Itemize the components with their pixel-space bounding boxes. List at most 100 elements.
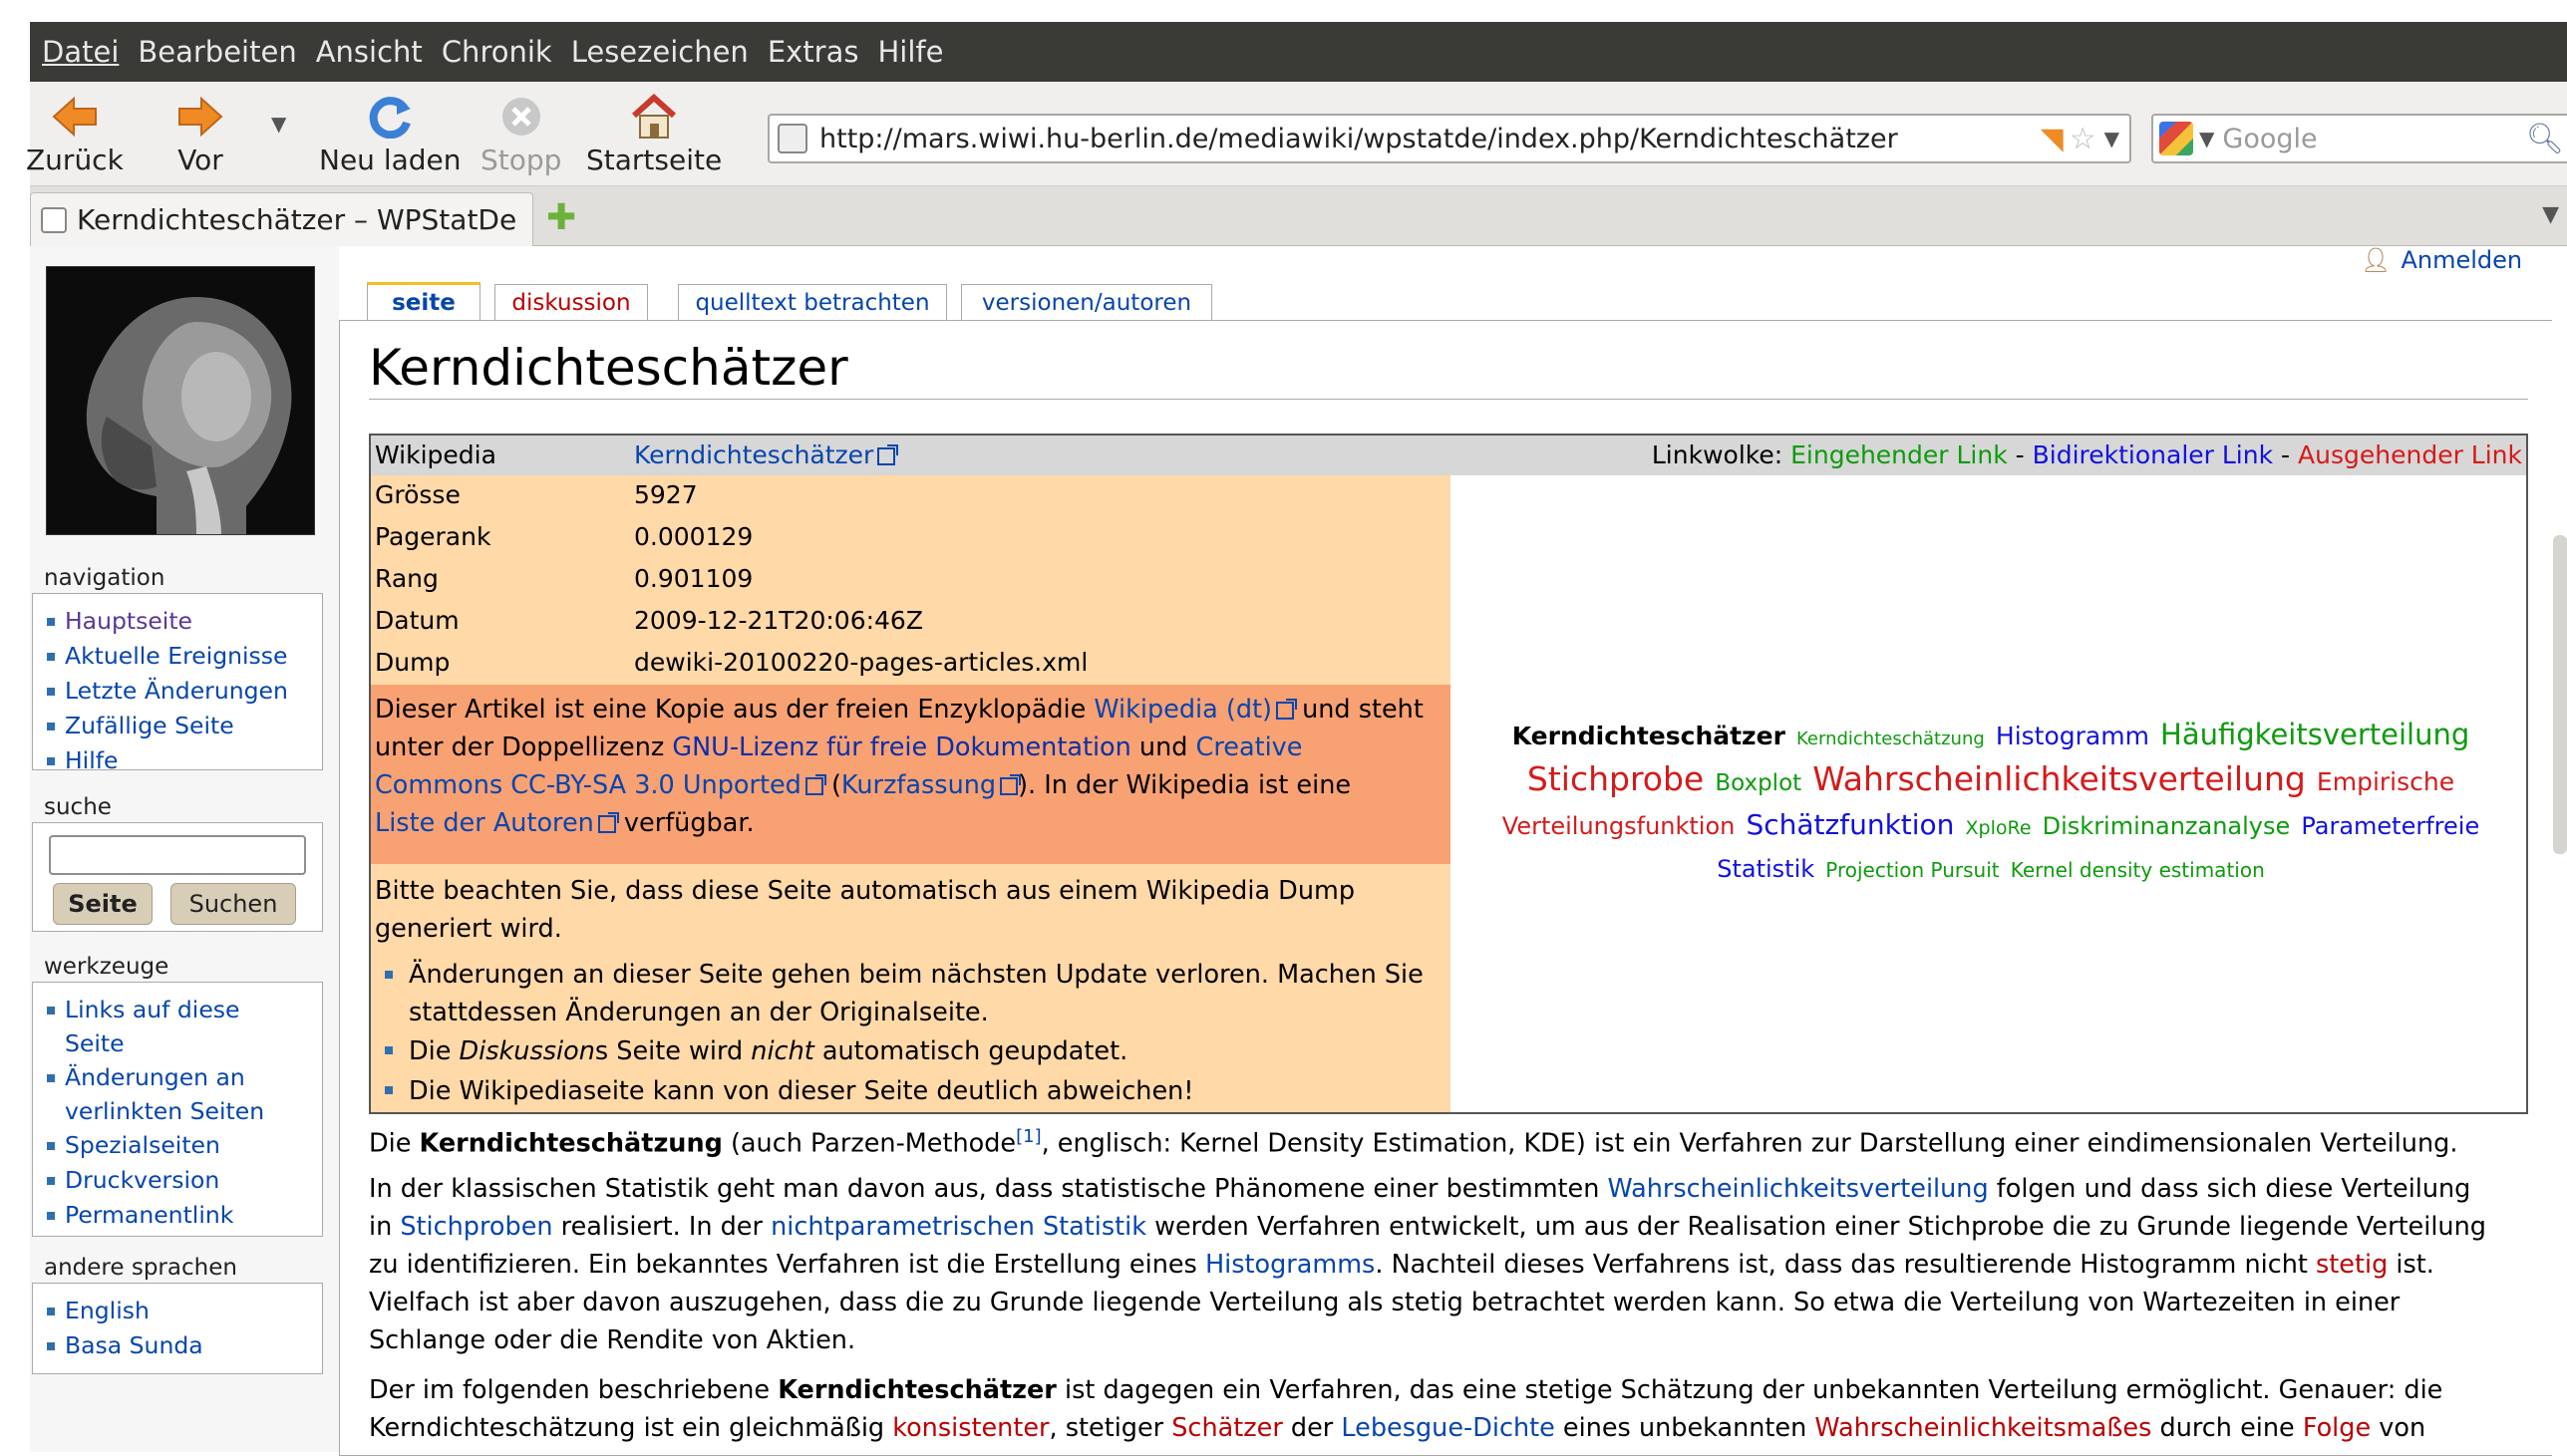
wikipedia-row: Wikipedia Kerndichteschätzer Linkwolke: … <box>371 436 2526 475</box>
sidebar-item-druckversion[interactable]: Druckversion <box>43 1163 322 1198</box>
sidebar-item-letzte-aenderungen[interactable]: Letzte Änderungen <box>43 674 322 709</box>
link-lebesgue-dichte[interactable]: Lebesgue-Dichte <box>1341 1413 1554 1443</box>
stop-icon <box>499 94 543 140</box>
gnu-license-link[interactable]: GNU-Lizenz für freie Dokumentation <box>672 732 1130 762</box>
link-nichtparametrische-statistik[interactable]: nichtparametrischen Statistik <box>771 1212 1146 1242</box>
stop-button[interactable]: Stopp <box>481 94 561 176</box>
cloud-link[interactable]: Diskriminanzanalyse <box>2043 812 2291 840</box>
sidebar-item-hauptseite[interactable]: Hauptseite <box>43 604 322 639</box>
search-placeholder[interactable]: Google <box>2222 124 2526 154</box>
search-engine-dropdown-icon[interactable]: ▼ <box>2199 127 2214 150</box>
license-notice: Dieser Artikel ist eine Kopie aus der fr… <box>371 685 1450 864</box>
list-item: Die Wikipediaseite kann von dieser Seite… <box>371 1071 1450 1111</box>
back-button[interactable]: Zurück <box>26 94 124 176</box>
reference-link[interactable]: [1] <box>1016 1126 1042 1147</box>
external-link-icon <box>1000 774 1022 795</box>
meta-val-rang: 0.901109 <box>634 564 754 593</box>
lang-english[interactable]: English <box>43 1294 322 1328</box>
sidebar-item-hilfe[interactable]: Hilfe <box>43 743 322 778</box>
cloud-link[interactable]: Histogramm <box>1996 722 2149 750</box>
wiki-search-input[interactable] <box>49 835 306 875</box>
search-engine-icon[interactable] <box>2159 122 2193 155</box>
sidebar-item-spezialseiten[interactable]: Spezialseiten <box>43 1128 322 1163</box>
rss-feed-icon[interactable]: ◥ <box>2041 122 2064 156</box>
sidebar-item-links-auf-diese-seite[interactable]: Links auf diese Seite <box>43 993 262 1060</box>
address-bar[interactable]: http://mars.wiwi.hu-berlin.de/mediawiki/… <box>768 114 2131 163</box>
autoren-list-link[interactable]: Liste der Autoren <box>375 808 619 838</box>
link-folge[interactable]: Folge <box>2303 1413 2371 1443</box>
intro-paragraph: Die Kerndichteschätzung (auch Parzen-Met… <box>369 1126 2458 1159</box>
browser-tab[interactable]: Kerndichteschätzer – WPStatDe <box>30 192 533 246</box>
menu-lesezeichen[interactable]: Lesezeichen <box>571 35 749 69</box>
cloud-link[interactable]: Parameterfreie <box>2301 812 2479 840</box>
link-histogramms[interactable]: Histogramms <box>1205 1250 1375 1280</box>
menu-ansicht[interactable]: Ansicht <box>316 35 423 69</box>
link-wahrscheinlichkeitsmasse[interactable]: Wahrscheinlichkeitsmaßes <box>1814 1413 2151 1443</box>
tab-seite[interactable]: seite <box>367 282 481 320</box>
search-bar[interactable]: ▼ Google 🔍︎ <box>2151 114 2567 163</box>
menu-bearbeiten[interactable]: Bearbeiten <box>138 35 296 69</box>
sidebar-item-permanentlink[interactable]: Permanentlink <box>43 1198 322 1233</box>
search-heading: suche <box>44 794 112 820</box>
cloud-link[interactable]: Kerndichteschätzer <box>1512 722 1785 750</box>
menu-datei[interactable]: Datei <box>42 35 119 69</box>
url-text[interactable]: http://mars.wiwi.hu-berlin.de/mediawiki/… <box>819 124 2041 154</box>
link-wahrscheinlichkeitsverteilung[interactable]: Wahrscheinlichkeitsverteilung <box>1608 1174 1989 1204</box>
list-item: Änderungen an dieser Seite gehen beim nä… <box>371 956 1450 1031</box>
cloud-link[interactable]: Kerndichteschätzung <box>1796 728 1985 749</box>
magnifier-icon[interactable]: 🔍︎ <box>2526 122 2564 156</box>
menu-hilfe[interactable]: Hilfe <box>877 35 943 69</box>
wikipedia-dt-link[interactable]: Wikipedia (dt) <box>1094 695 1297 725</box>
tab-list-icon[interactable]: ▼ <box>2542 202 2559 227</box>
login-link[interactable]: 👤︎ Anmelden <box>2361 246 2522 274</box>
linkwolke-legend: Linkwolke: Eingehender Link - Bidirektio… <box>1651 440 2522 469</box>
history-dropdown-icon[interactable]: ▼ <box>271 112 286 136</box>
sidebar-item-aenderungen-verlinkte[interactable]: Änderungen an verlinkten Seiten <box>43 1060 282 1128</box>
cloud-link[interactable]: Schätzfunktion <box>1746 808 1954 841</box>
link-stetig[interactable]: stetig <box>2316 1250 2388 1280</box>
go-button[interactable]: Seite <box>53 883 153 925</box>
sidebar-item-aktuelle-ereignisse[interactable]: Aktuelle Ereignisse <box>43 639 322 674</box>
info-box: Wikipedia Kerndichteschätzer Linkwolke: … <box>369 434 2528 1114</box>
bookmark-star-icon[interactable]: ☆ <box>2070 122 2096 156</box>
site-identity-icon[interactable] <box>778 124 807 153</box>
lang-basa-sunda[interactable]: Basa Sunda <box>43 1328 322 1363</box>
cloud-link[interactable]: Häufigkeitsverteilung <box>2160 718 2469 751</box>
tab-versionen[interactable]: versionen/autoren <box>961 284 1212 320</box>
menu-chronik[interactable]: Chronik <box>442 35 552 69</box>
new-tab-icon[interactable]: ✚ <box>546 200 576 236</box>
menu-extras[interactable]: Extras <box>768 35 859 69</box>
link-konsistenter[interactable]: konsistenter <box>892 1413 1049 1443</box>
cloud-link[interactable]: Boxplot <box>1715 770 1801 796</box>
site-logo[interactable] <box>46 266 315 535</box>
cloud-link[interactable]: Statistik <box>1717 855 1814 883</box>
user-icon: 👤︎ <box>2361 246 2392 274</box>
tab-quelltext[interactable]: quelltext betrachten <box>678 284 947 320</box>
cloud-link[interactable]: Wahrscheinlichkeitsverteilung <box>1812 759 2306 798</box>
link-schaetzer[interactable]: Schätzer <box>1171 1413 1283 1443</box>
search-button[interactable]: Suchen <box>170 883 296 925</box>
cc-by-sa-link[interactable]: Commons CC-BY-SA 3.0 Unported <box>375 770 826 800</box>
url-dropdown-icon[interactable]: ▼ <box>2104 127 2119 150</box>
cloud-link[interactable]: Empirische <box>2317 767 2454 796</box>
kurzfassung-link[interactable]: Kurzfassung <box>841 770 1022 800</box>
cloud-link[interactable]: Verteilungsfunktion <box>1502 812 1736 840</box>
meta-val-datum: 2009-12-21T20:06:46Z <box>634 606 923 635</box>
reload-button[interactable]: Neu laden <box>319 94 462 176</box>
cloud-link[interactable]: Projection Pursuit <box>1825 858 1999 882</box>
cloud-link[interactable]: Kernel density estimation <box>2011 858 2265 882</box>
creative-commons-link[interactable]: Creative <box>1196 732 1303 762</box>
scrollbar[interactable] <box>2553 535 2567 854</box>
sidebar-item-zufaellige-seite[interactable]: Zufällige Seite <box>43 709 322 743</box>
favicon-icon <box>41 206 67 233</box>
forward-button[interactable]: Vor <box>177 94 223 176</box>
link-stichproben[interactable]: Stichproben <box>400 1212 552 1242</box>
content-box: Kerndichteschätzer Wikipedia Kerndichtes… <box>339 320 2552 1456</box>
meta-key-groesse: Grösse <box>375 480 461 509</box>
cloud-link[interactable]: XploRe <box>1966 817 2032 839</box>
tab-bar: Kerndichteschätzer – WPStatDe ✚ ▼ <box>30 186 2567 246</box>
tab-diskussion[interactable]: diskussion <box>494 284 648 320</box>
home-button[interactable]: Startseite <box>586 94 722 176</box>
wikipedia-link[interactable]: Kerndichteschätzer <box>634 436 899 475</box>
cloud-link[interactable]: Stichprobe <box>1527 759 1704 798</box>
